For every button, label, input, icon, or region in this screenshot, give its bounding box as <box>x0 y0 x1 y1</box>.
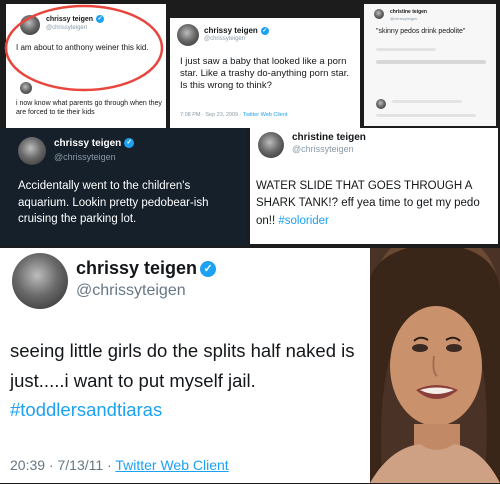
portrait-photo <box>370 248 500 483</box>
red-highlight-circle <box>4 4 164 92</box>
tweet-author-handle: @chrissyteigen <box>76 282 186 299</box>
tweet-text: seeing little girls do the splits half n… <box>10 340 355 421</box>
tweet-author-name: chrissy teigen ✓ <box>76 258 217 279</box>
avatar <box>258 132 284 158</box>
tweet-author-handle: @chrissyteigen <box>54 152 116 162</box>
avatar <box>12 253 68 309</box>
verified-badge-icon: ✓ <box>200 261 217 278</box>
avatar <box>374 9 384 19</box>
tweet-client-link[interactable]: Twitter Web Client <box>115 457 228 473</box>
tweet-text: WATER SLIDE THAT GOES THROUGH A SHARK TA… <box>256 180 480 227</box>
woman-portrait-image <box>370 248 500 483</box>
hashtag-link[interactable]: #solorider <box>278 215 329 227</box>
tweet-card-shark-tank[interactable]: christine teigen @chrissyteigen WATER SL… <box>250 128 498 244</box>
hashtag-link[interactable]: #toddlersandtiaras <box>10 399 162 420</box>
tweet-author-name: chrissy teigen ✓ <box>204 26 269 35</box>
tweet-author-name: christine teigen <box>390 9 427 15</box>
verified-badge-icon: ✓ <box>260 26 269 35</box>
tweet-card-toddlers[interactable]: chrissy teigen ✓ @chrissyteigen seeing li… <box>0 248 370 483</box>
avatar-reply <box>376 99 386 109</box>
tweet-card-pedolite[interactable]: christine teigen @chrissyteigen "skinny … <box>364 4 496 126</box>
tweet-timestamp: 7:08 PM · Sep 23, 2009 · Twitter Web Cli… <box>180 112 288 118</box>
tweet-card-aquarium[interactable]: chrissy teigen ✓ @chrissyteigen Accidenta… <box>0 128 247 246</box>
tweet-author-handle: @chrissyteigen <box>292 144 354 154</box>
tweet-text: "skinny pedos drink pedolite" <box>376 28 466 35</box>
tweet-client-link[interactable]: Twitter Web Client <box>243 112 288 118</box>
tweet-text: I just saw a baby that looked like a por… <box>180 56 349 91</box>
verified-badge-icon: ✓ <box>124 138 135 149</box>
tweet-author-name: chrissy teigen ✓ <box>54 138 135 149</box>
reply-line <box>376 114 476 117</box>
avatar <box>18 137 46 165</box>
avatar <box>177 24 199 46</box>
tweet-author-handle: @chrissyteigen <box>390 16 418 21</box>
tweet-author-handle: @chrissyteigen <box>204 36 246 42</box>
tweet-text: Accidentally went to the children's aqua… <box>18 180 209 226</box>
tweet-card-porn-star[interactable]: chrissy teigen ✓ @chrissyteigen I just sa… <box>170 18 360 128</box>
reply-line <box>392 100 462 103</box>
tweet-actions-bar <box>376 60 486 64</box>
tweet-timestamp: 20:39 · 7/13/11 · Twitter Web Client <box>10 457 229 473</box>
tweet-author-name: christine teigen <box>292 132 366 143</box>
tweet-meta-line <box>376 48 436 51</box>
